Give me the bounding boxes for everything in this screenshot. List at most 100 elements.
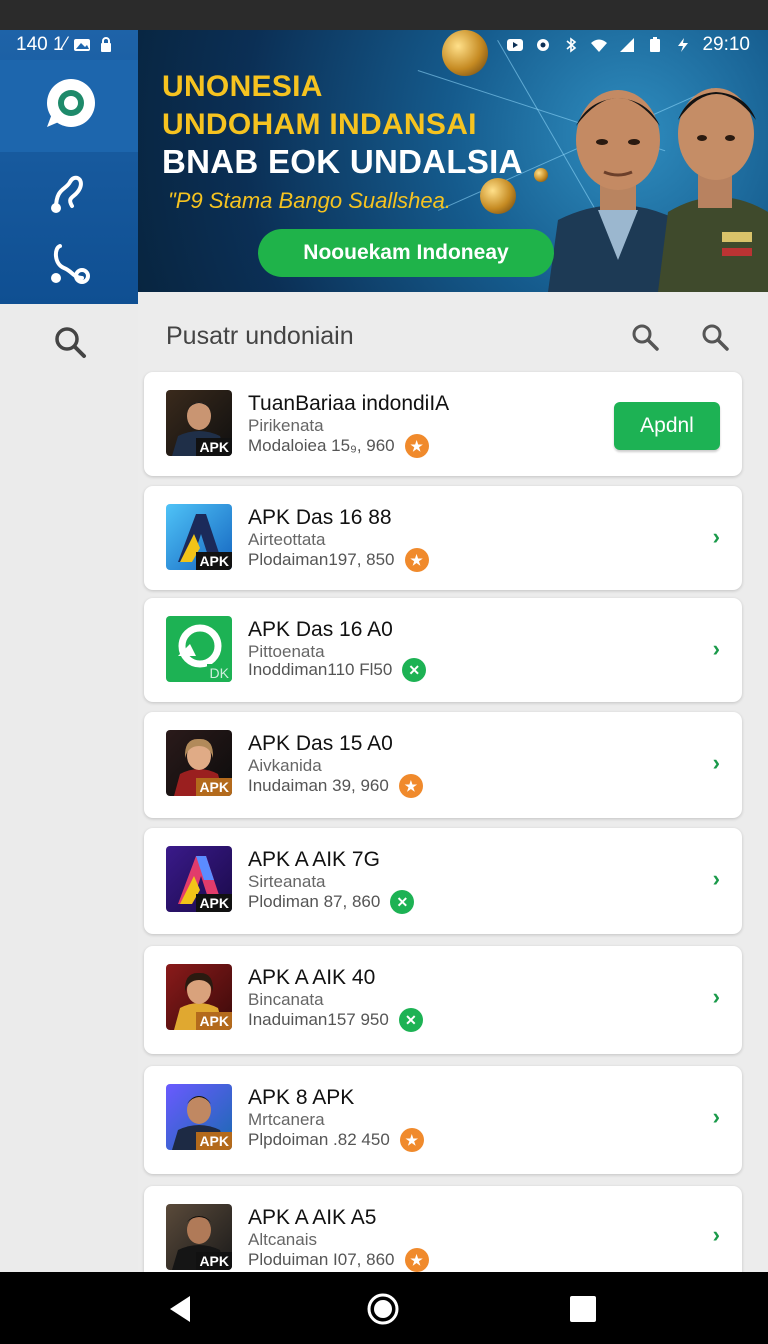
banner-person-soldier: [658, 88, 768, 292]
item-subtitle: Mrtcanera: [248, 1110, 325, 1129]
top-strip: [0, 0, 768, 30]
item-title: APK A AIK 40: [248, 966, 376, 989]
app-thumbnail: APK: [166, 964, 232, 1030]
system-nav-bar: [0, 1272, 768, 1344]
header-search-button-2[interactable]: [700, 322, 730, 352]
item-meta-text: Plodiman 87, 860: [248, 892, 381, 911]
battery-icon: [650, 37, 661, 52]
item-meta-text: Inudaiman 39, 960: [248, 776, 389, 795]
home-circle-icon: [367, 1293, 399, 1325]
chevron-right-icon[interactable]: ›: [713, 750, 720, 776]
app-logo-icon: [47, 79, 95, 127]
item-title: APK Das 15 A0: [248, 732, 393, 755]
item-meta-text: Modaloiea 15₉, 960: [248, 436, 395, 455]
list-item[interactable]: APK APK 8 APK Mrtcanera Plpdoiman .82 45…: [144, 1066, 742, 1174]
item-subtitle: Aivkanida: [248, 756, 322, 775]
item-title: TuanBariaa indondiIA: [248, 392, 450, 415]
item-meta: Plodaiman197, 850 ★: [248, 548, 429, 572]
item-meta-text: Ploduiman I07, 860: [248, 1250, 395, 1269]
rail-stethoscope-button[interactable]: [34, 228, 104, 298]
list-item[interactable]: APK APK Das 16 88 Airteottata Plodaiman1…: [144, 486, 742, 590]
bluetooth-icon: [566, 37, 577, 53]
recents-button[interactable]: [566, 1292, 600, 1326]
chevron-right-icon[interactable]: ›: [713, 1104, 720, 1130]
coin-decoration: [480, 178, 516, 214]
app-thumbnail: APK: [166, 504, 232, 570]
item-meta-text: Inaduiman157 950: [248, 1010, 389, 1029]
chevron-right-icon[interactable]: ›: [713, 1222, 720, 1248]
home-button[interactable]: [366, 1292, 400, 1326]
banner-heading-1: UNONESIA: [162, 70, 323, 103]
item-subtitle: Pirikenata: [248, 416, 324, 435]
item-title: APK Das 16 A0: [248, 618, 393, 641]
list-item[interactable]: APK APK A AIK 40 Bincanata Inaduiman157 …: [144, 946, 742, 1054]
left-nav-rail: [0, 30, 138, 1272]
back-triangle-icon: [170, 1296, 190, 1322]
item-subtitle: Bincanata: [248, 990, 324, 1009]
image-notification-icon: [73, 39, 90, 51]
app-thumbnail: APK: [166, 1204, 232, 1270]
item-subtitle: Altcanais: [248, 1230, 317, 1249]
status-bar: 140 1⁄ 29:10: [0, 30, 768, 60]
item-meta: Inudaiman 39, 960 ★: [248, 774, 423, 798]
item-meta-text: Plodaiman197, 850: [248, 550, 395, 569]
search-icon: [55, 327, 86, 358]
app-thumbnail: DK: [166, 616, 232, 682]
rail-search-button[interactable]: [50, 322, 90, 362]
item-subtitle: Sirteanata: [248, 872, 326, 891]
verified-badge-icon: ✕: [398, 1008, 423, 1032]
apk-tag: APK: [196, 1012, 232, 1030]
page-title: Pusatr undoniain: [166, 322, 354, 350]
item-meta-text: Plpdoiman .82 450: [248, 1130, 390, 1149]
chevron-right-icon[interactable]: ›: [713, 984, 720, 1010]
route-icon: [51, 175, 83, 213]
app-thumbnail: APK: [166, 846, 232, 912]
verified-badge-icon: ✕: [390, 890, 415, 914]
star-badge-icon: ★: [399, 1128, 424, 1152]
apk-tag: DK: [206, 664, 232, 682]
charging-icon: [678, 38, 689, 52]
item-meta: Ploduiman I07, 860 ★: [248, 1248, 429, 1272]
item-meta: Plpdoiman .82 450 ★: [248, 1128, 424, 1152]
apk-tag: APK: [196, 438, 232, 456]
item-title: APK A AIK 7G: [248, 848, 380, 871]
status-time: 29:10: [702, 34, 750, 55]
status-time-left: 140 1⁄: [16, 34, 67, 55]
app-thumbnail: APK: [166, 1084, 232, 1150]
banner-cta-button[interactable]: Nooueka​m Indoneay: [258, 229, 554, 277]
chevron-right-icon[interactable]: ›: [713, 636, 720, 662]
item-title: APK Das 16 88: [248, 506, 392, 529]
youtube-notification-icon: [507, 39, 524, 51]
signal-icon: [620, 38, 635, 52]
header-search-button[interactable]: [630, 322, 660, 352]
item-meta: Plodiman 87, 860 ✕: [248, 890, 415, 914]
list-item[interactable]: APK TuanBariaa indondiIA Pirikenata Moda…: [144, 372, 742, 476]
banner-heading-2: UNDOHAM INDANSAI: [162, 108, 477, 141]
star-badge-icon: ★: [404, 434, 429, 458]
search-icon: [632, 324, 659, 351]
app-thumbnail: APK: [166, 730, 232, 796]
verified-badge-icon: ✕: [402, 658, 427, 682]
app-logo-button[interactable]: [34, 70, 104, 140]
rail-route-button[interactable]: [34, 158, 104, 228]
list-item[interactable]: APK APK A AIK 7G Sirteanata Plodiman 87,…: [144, 828, 742, 934]
star-badge-icon: ★: [398, 774, 423, 798]
status-right: 29:10: [506, 34, 750, 56]
item-title: APK 8 APK: [248, 1086, 355, 1109]
item-meta: Modaloiea 15₉, 960 ★: [248, 434, 429, 458]
item-meta: Inaduiman157 950 ✕: [248, 1008, 423, 1032]
list-item[interactable]: DK APK Das 16 A0 Pittoenata Inoddiman110…: [144, 598, 742, 702]
wifi-icon: [591, 39, 608, 52]
item-meta-text: Inoddiman110 Fl50: [248, 660, 393, 679]
promo-banner[interactable]: UNONESIA UNDOHAM INDANSAI BNAB EOK UNDAL…: [138, 30, 768, 292]
chevron-right-icon[interactable]: ›: [713, 524, 720, 550]
apk-tag: APK: [196, 894, 232, 912]
chevron-right-icon[interactable]: ›: [713, 866, 720, 892]
back-button[interactable]: [164, 1292, 198, 1326]
search-icon: [702, 324, 729, 351]
install-button[interactable]: Apdnl: [614, 402, 720, 450]
stethoscope-icon: [51, 244, 90, 284]
banner-subtitle: "P9 Stama Bango Suallshea.: [168, 188, 451, 213]
list-item[interactable]: APK APK Das 15 A0 Aivkanida Inudaiman 39…: [144, 712, 742, 818]
apk-tag: APK: [196, 778, 232, 796]
